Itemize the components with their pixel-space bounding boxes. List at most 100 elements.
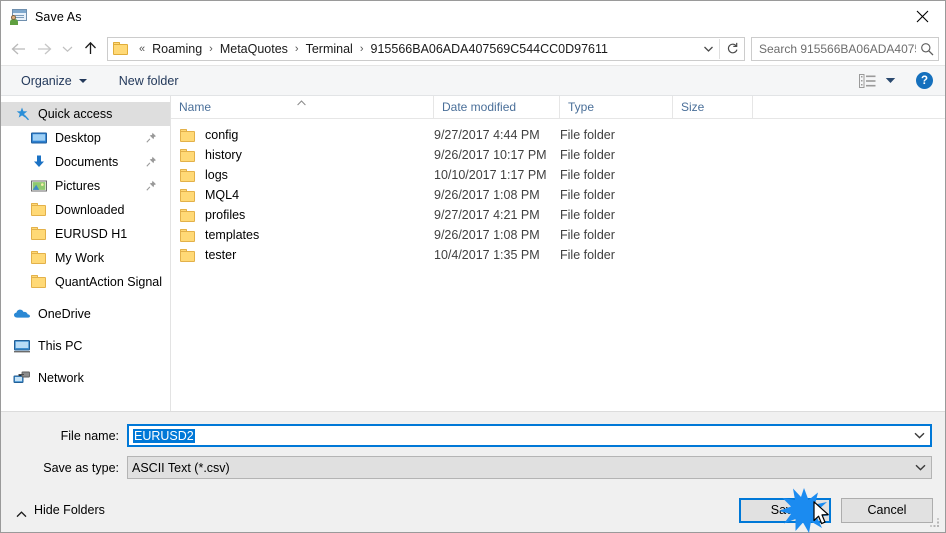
- onedrive-cloud-icon: [13, 305, 31, 323]
- sidebar-item-quantaction-signal[interactable]: QuantAction Signal: [1, 270, 170, 294]
- close-button[interactable]: [899, 1, 945, 31]
- table-row[interactable]: profiles 9/27/2017 4:21 PM File folder: [171, 205, 945, 225]
- save-as-dialog: Save As « Roaming › MetaQuotes › Termina…: [0, 0, 946, 533]
- back-button[interactable]: [5, 36, 31, 62]
- sidebar-item-label: Network: [38, 371, 84, 385]
- file-name-value-wrap: EURUSD2: [129, 428, 908, 443]
- sidebar-item-label: Quick access: [38, 107, 113, 121]
- table-row[interactable]: config 9/27/2017 4:44 PM File folder: [171, 125, 945, 145]
- recent-locations-button[interactable]: [57, 36, 77, 62]
- new-folder-label: New folder: [118, 73, 179, 88]
- dialog-body: Quick access Desktop Documents Pictures …: [1, 96, 945, 411]
- arrow-up-icon: [84, 41, 96, 54]
- hide-folders-button[interactable]: Hide Folders: [16, 503, 105, 518]
- breadcrumb-separator: ›: [359, 42, 364, 55]
- folder-icon: [30, 249, 48, 267]
- column-header-label: Name: [179, 100, 212, 114]
- file-name: history: [205, 148, 242, 162]
- resize-grip-icon[interactable]: [929, 517, 941, 529]
- column-header-date-modified[interactable]: Date modified: [434, 96, 560, 118]
- dialog-footer: Hide Folders Save Cancel: [1, 488, 945, 532]
- sidebar-item-documents[interactable]: Documents: [1, 150, 170, 174]
- table-row[interactable]: logs 10/10/2017 1:17 PM File folder: [171, 165, 945, 185]
- refresh-icon: [727, 42, 737, 54]
- file-name-input[interactable]: EURUSD2: [133, 428, 195, 443]
- sidebar-item-label: Pictures: [55, 179, 101, 193]
- column-header-type[interactable]: Type: [560, 96, 673, 118]
- file-type: File folder: [560, 248, 615, 262]
- folder-icon: [30, 225, 48, 243]
- sidebar-item-label: Desktop: [55, 131, 101, 145]
- organize-label: Organize: [21, 73, 72, 88]
- table-row[interactable]: templates 9/26/2017 1:08 PM File folder: [171, 225, 945, 245]
- sidebar-item-quick-access[interactable]: Quick access: [1, 102, 170, 126]
- breadcrumb-item-0[interactable]: Roaming: [151, 42, 203, 56]
- file-name: config: [205, 128, 239, 142]
- organize-button[interactable]: Organize: [13, 70, 95, 92]
- file-name-combobox[interactable]: EURUSD2: [127, 424, 932, 447]
- save-button[interactable]: Save: [739, 497, 831, 523]
- sidebar-item-onedrive[interactable]: OneDrive: [1, 302, 170, 326]
- sidebar-item-my-work[interactable]: My Work: [1, 246, 170, 270]
- up-one-level-button[interactable]: [77, 36, 103, 62]
- star-pin-icon: [13, 105, 31, 123]
- folder-icon: [30, 201, 48, 219]
- breadcrumb-item-1[interactable]: MetaQuotes: [219, 42, 289, 56]
- column-header-name[interactable]: Name: [171, 96, 434, 118]
- new-folder-button[interactable]: New folder: [111, 70, 187, 92]
- sidebar-item-this-pc[interactable]: This PC: [1, 334, 170, 358]
- cancel-button[interactable]: Cancel: [841, 497, 933, 523]
- save-as-app-icon: [10, 8, 27, 25]
- search-input[interactable]: [752, 38, 916, 59]
- breadcrumb: « Roaming › MetaQuotes › Terminal › 9155…: [133, 42, 697, 56]
- hide-folders-label: Hide Folders: [34, 503, 105, 517]
- arrow-right-icon: [37, 43, 51, 54]
- table-row[interactable]: MQL4 9/26/2017 1:08 PM File folder: [171, 185, 945, 205]
- folder-icon: [113, 41, 129, 56]
- help-label: ?: [920, 74, 929, 87]
- file-date-modified: 9/27/2017 4:44 PM: [434, 128, 540, 142]
- breadcrumb-item-2[interactable]: Terminal: [305, 42, 354, 56]
- file-type: File folder: [560, 208, 615, 222]
- file-type: File folder: [560, 188, 615, 202]
- breadcrumb-separator: ›: [294, 42, 299, 55]
- breadcrumb-item-3[interactable]: 915566BA06ADA407569C544CC0D97611: [370, 42, 609, 56]
- search-box[interactable]: [751, 36, 939, 61]
- sort-ascending-icon: [297, 95, 306, 106]
- file-name: tester: [205, 248, 237, 262]
- breadcrumb-prefix: «: [139, 42, 146, 55]
- save-as-type-combobox[interactable]: ASCII Text (*.csv): [127, 456, 932, 479]
- sidebar-item-pictures[interactable]: Pictures: [1, 174, 170, 198]
- breadcrumb-separator: ›: [209, 42, 213, 55]
- change-view-button[interactable]: [853, 71, 902, 91]
- file-name-dropdown-button[interactable]: [908, 432, 930, 439]
- navigation-pane: Quick access Desktop Documents Pictures …: [1, 96, 171, 411]
- file-list-pane: Name Date modified Type Size config 9/27…: [171, 96, 945, 411]
- chevron-down-icon: [78, 78, 87, 83]
- pin-icon: [146, 156, 157, 167]
- navigation-bar: « Roaming › MetaQuotes › Terminal › 9155…: [1, 32, 945, 66]
- chevron-down-icon: [915, 464, 925, 471]
- save-as-type-row: Save as type: ASCII Text (*.csv): [1, 456, 945, 479]
- table-row[interactable]: history 9/26/2017 10:17 PM File folder: [171, 145, 945, 165]
- column-header-size[interactable]: Size: [673, 96, 753, 118]
- sidebar-item-label: EURUSD H1: [55, 227, 128, 241]
- folder-icon: [179, 127, 196, 143]
- chevron-down-icon: [703, 46, 713, 52]
- refresh-button[interactable]: [720, 38, 744, 60]
- sidebar-item-desktop[interactable]: Desktop: [1, 126, 170, 150]
- window-title: Save As: [35, 9, 82, 24]
- help-icon[interactable]: ?: [916, 72, 933, 89]
- sidebar-item-eurusd-h1[interactable]: EURUSD H1: [1, 222, 170, 246]
- address-bar[interactable]: « Roaming › MetaQuotes › Terminal › 9155…: [107, 36, 745, 61]
- file-type: File folder: [560, 148, 615, 162]
- column-header-label: Type: [568, 100, 595, 114]
- sidebar-item-network[interactable]: Network: [1, 366, 170, 390]
- documents-download-icon: [30, 153, 48, 171]
- table-row[interactable]: tester 10/4/2017 1:35 PM File folder: [171, 245, 945, 265]
- sidebar-item-downloaded[interactable]: Downloaded: [1, 198, 170, 222]
- save-as-type-dropdown-button[interactable]: [909, 464, 931, 471]
- forward-button[interactable]: [31, 36, 57, 62]
- address-dropdown-button[interactable]: [697, 38, 719, 60]
- pin-icon: [146, 132, 157, 143]
